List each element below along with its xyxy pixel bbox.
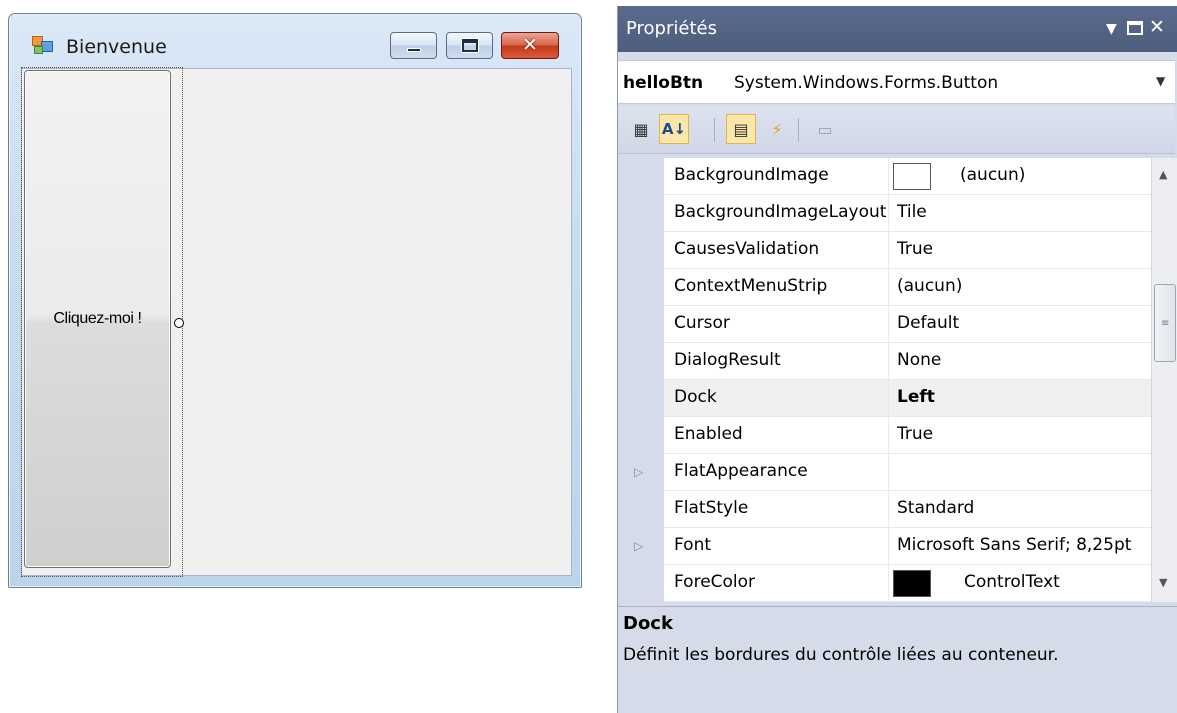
- maximize-icon: [461, 38, 479, 53]
- property-row-forecolor[interactable]: ForeColor ControlText: [664, 565, 1151, 602]
- close-panel-icon[interactable]: ✕: [1149, 15, 1165, 39]
- chevron-down-icon[interactable]: ▼: [1156, 74, 1165, 88]
- minimize-icon: [407, 48, 421, 52]
- property-row-flatstyle[interactable]: FlatStyle Standard: [664, 491, 1151, 528]
- scroll-thumb[interactable]: ≡: [1154, 284, 1176, 362]
- properties-panel: Propriétés ▼ ✕ helloBtn System.Windows.F…: [617, 6, 1177, 713]
- form-title-bar[interactable]: Bienvenue ✕: [9, 14, 581, 70]
- close-button[interactable]: ✕: [501, 32, 559, 59]
- color-swatch: [893, 163, 931, 190]
- alphabetical-icon[interactable]: A↓: [659, 114, 689, 144]
- scroll-up-icon[interactable]: ▲: [1159, 168, 1167, 181]
- categorized-icon[interactable]: ▦: [626, 114, 656, 144]
- grip-icon: ≡: [1161, 318, 1170, 329]
- property-row-causesvalidation[interactable]: CausesValidation True: [664, 232, 1151, 269]
- property-row-cursor[interactable]: Cursor Default: [664, 306, 1151, 343]
- properties-toolbar: ▦ A↓ ▤ ⚡ ▭: [618, 106, 1175, 154]
- description-title: Dock: [623, 613, 673, 634]
- properties-icon[interactable]: ▤: [726, 114, 756, 144]
- property-row-enabled[interactable]: Enabled True: [664, 417, 1151, 454]
- description-pane: Dock Définit les bordures du contrôle li…: [618, 606, 1177, 713]
- property-grid: BackgroundImage (aucun) BackgroundImageL…: [618, 158, 1151, 602]
- property-row-contextmenustrip[interactable]: ContextMenuStrip (aucun): [664, 269, 1151, 306]
- property-row-dock[interactable]: Dock Left: [664, 380, 1151, 417]
- window-position-icon[interactable]: [1127, 21, 1143, 35]
- object-name: helloBtn: [623, 73, 704, 93]
- dropdown-arrow-icon[interactable]: ▼: [1106, 17, 1117, 41]
- property-row-flatappearance[interactable]: ▷ FlatAppearance: [634, 454, 1151, 491]
- properties-title-bar[interactable]: Propriétés ▼ ✕: [618, 6, 1177, 52]
- properties-title: Propriétés: [626, 18, 717, 39]
- close-icon: ✕: [522, 34, 538, 56]
- events-icon[interactable]: ⚡: [762, 114, 792, 144]
- property-row-dialogresult[interactable]: DialogResult None: [664, 343, 1151, 380]
- hello-button-label: Cliquez-moi !: [53, 310, 142, 327]
- property-row-backgroundimagelayout[interactable]: BackgroundImageLayout Tile: [664, 195, 1151, 232]
- property-row-backgroundimage[interactable]: BackgroundImage (aucun): [664, 158, 1151, 195]
- maximize-button[interactable]: [446, 32, 493, 59]
- property-pages-icon[interactable]: ▭: [810, 114, 840, 144]
- hello-button[interactable]: Cliquez-moi !: [24, 70, 171, 568]
- expand-arrow-icon[interactable]: ▷: [634, 539, 643, 553]
- minimize-button[interactable]: [390, 32, 437, 59]
- form-title: Bienvenue: [66, 36, 167, 58]
- property-row-font[interactable]: ▷ Font Microsoft Sans Serif; 8,25pt: [634, 528, 1151, 565]
- form-designer-window[interactable]: Bienvenue ✕ Cliquez-moi !: [8, 13, 582, 588]
- expand-arrow-icon[interactable]: ▷: [634, 465, 643, 479]
- scroll-down-icon[interactable]: ▼: [1159, 576, 1167, 589]
- description-text: Définit les bordures du contrôle liées a…: [623, 645, 1059, 665]
- color-swatch: [893, 570, 931, 597]
- object-type: System.Windows.Forms.Button: [734, 73, 999, 93]
- windows-form-icon: [32, 36, 54, 56]
- resize-handle[interactable]: [174, 318, 184, 328]
- object-selector[interactable]: helloBtn System.Windows.Forms.Button ▼: [618, 60, 1175, 104]
- property-grid-scrollbar[interactable]: ▲ ≡ ▼: [1151, 158, 1177, 602]
